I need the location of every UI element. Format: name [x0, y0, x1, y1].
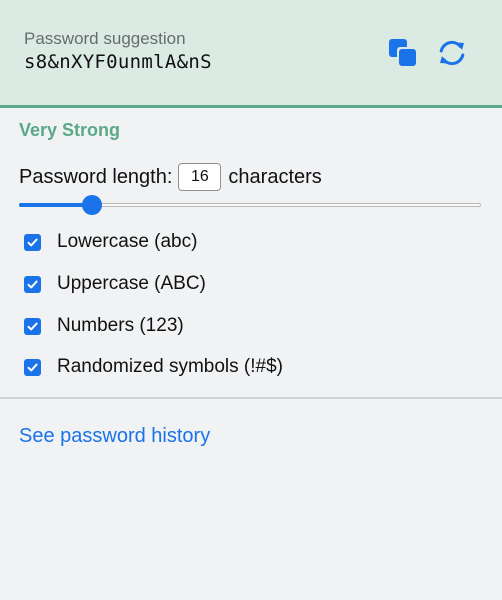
- uppercase-checkbox[interactable]: [24, 275, 41, 293]
- slider-thumb[interactable]: [82, 195, 103, 215]
- lowercase-checkbox[interactable]: [24, 233, 41, 251]
- lowercase-label: Lowercase (abc): [57, 231, 198, 252]
- suggestion-label: Password suggestion: [24, 29, 186, 48]
- regenerate-button[interactable]: [436, 37, 468, 69]
- password-suggestion-header: Password suggestion s8&nXYF0unmlA&nS: [0, 0, 502, 108]
- checkmark-icon: [27, 280, 38, 288]
- checkmark-icon: [27, 363, 38, 371]
- lowercase-option[interactable]: Lowercase (abc): [24, 231, 197, 253]
- checkmark-icon: [27, 322, 38, 330]
- uppercase-label: Uppercase (ABC): [57, 273, 206, 294]
- uppercase-option[interactable]: Uppercase (ABC): [24, 273, 206, 295]
- symbols-checkbox[interactable]: [24, 358, 41, 376]
- numbers-option[interactable]: Numbers (123): [24, 315, 184, 337]
- refresh-icon: [439, 40, 465, 66]
- numbers-checkbox[interactable]: [24, 317, 41, 335]
- password-history-link[interactable]: See password history: [19, 425, 210, 448]
- symbols-option[interactable]: Randomized symbols (!#$): [24, 356, 283, 378]
- symbols-label: Randomized symbols (!#$): [57, 356, 283, 377]
- password-length-label: Password length:: [19, 165, 173, 188]
- suggested-password[interactable]: s8&nXYF0unmlA&nS: [24, 51, 212, 73]
- copy-icon: [389, 39, 417, 67]
- section-divider: [0, 397, 502, 399]
- password-length-unit: characters: [228, 165, 322, 188]
- copy-button[interactable]: [388, 38, 418, 68]
- password-length-slider[interactable]: [19, 194, 481, 216]
- password-length-input[interactable]: [178, 163, 222, 191]
- password-length-row: Password length: characters: [19, 162, 322, 192]
- checkmark-icon: [27, 238, 38, 246]
- numbers-label: Numbers (123): [57, 315, 184, 336]
- strength-indicator: Very Strong: [19, 120, 121, 140]
